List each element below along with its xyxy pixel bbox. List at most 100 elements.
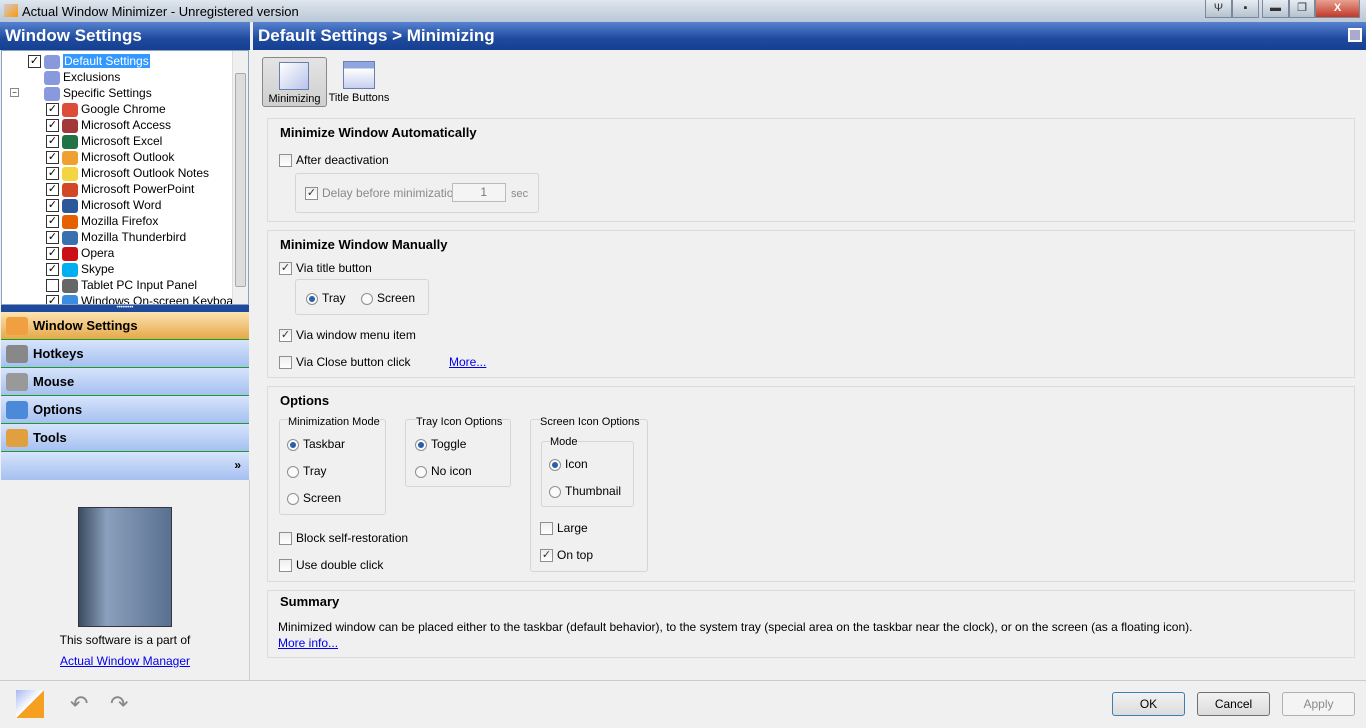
tree-item[interactable]: ✓ Default Settings — [28, 53, 150, 69]
delay-checkbox[interactable]: ✓ Delay before minimization — [305, 186, 460, 201]
screen-mode-radio[interactable]: Screen — [287, 491, 341, 505]
tray-button[interactable]: ▪ — [1232, 0, 1259, 18]
app-icon — [62, 182, 78, 197]
after-deactivation-checkbox[interactable]: After deactivation — [279, 153, 389, 168]
tree-item[interactable]: ✓ Skype — [46, 261, 114, 277]
nav-mouse[interactable]: Mouse — [1, 368, 249, 396]
nav-overflow-button[interactable]: » — [1, 452, 249, 480]
app-icon — [62, 150, 78, 165]
tree-item[interactable]: ✓ Microsoft Excel — [46, 133, 162, 149]
nav-icon — [6, 317, 28, 335]
tree-checkbox[interactable]: ✓ — [46, 151, 59, 165]
app-icon — [62, 278, 78, 293]
help-icon[interactable] — [16, 690, 44, 718]
screen-radio[interactable]: Screen — [361, 291, 415, 305]
tree-checkbox[interactable]: ✓ — [46, 167, 59, 181]
pin-button[interactable]: Ψ — [1205, 0, 1232, 18]
tree-item[interactable]: ✓ Microsoft PowerPoint — [46, 181, 194, 197]
icon-radio[interactable]: Icon — [549, 457, 588, 471]
toggle-radio[interactable]: Toggle — [415, 437, 466, 451]
tree-item-label: Microsoft Outlook — [81, 150, 175, 164]
tree-checkbox[interactable]: ✓ — [46, 119, 59, 133]
delay-stepper[interactable]: 1 — [452, 183, 506, 202]
tree-item[interactable]: Tablet PC Input Panel — [46, 277, 197, 293]
tray-radio[interactable]: Tray — [306, 291, 346, 305]
tree-item[interactable]: ✓ Microsoft Word — [46, 197, 161, 213]
use-double-click-checkbox[interactable]: Use double click — [279, 558, 383, 573]
tree-item[interactable]: ✓ Windows On-screen Keyboard — [46, 293, 244, 304]
tab-title-buttons[interactable]: Title Buttons — [328, 57, 390, 107]
nav-tools[interactable]: Tools — [1, 424, 249, 452]
tab-minimizing[interactable]: Minimizing — [262, 57, 327, 107]
on-top-checkbox[interactable]: ✓ On top — [540, 548, 593, 563]
apply-button[interactable]: Apply — [1282, 692, 1355, 716]
tree-checkbox[interactable]: ✓ — [46, 231, 59, 245]
tree-item[interactable]: ✓ Google Chrome — [46, 101, 166, 117]
tree-checkbox[interactable] — [46, 279, 59, 293]
large-checkbox[interactable]: Large — [540, 521, 588, 536]
tree-item-label: Mozilla Firefox — [81, 214, 159, 228]
nav-options[interactable]: Options — [1, 396, 249, 424]
restore-button[interactable]: ❐ — [1289, 0, 1315, 18]
group-summary: Summary Minimized window can be placed e… — [267, 590, 1355, 658]
settings-tree[interactable]: ✓ Default Settings Exclusions − Specific Set… — [1, 50, 249, 305]
detach-icon[interactable] — [1348, 28, 1362, 42]
block-self-restoration-checkbox[interactable]: Block self-restoration — [279, 531, 408, 546]
tree-item[interactable]: ✓ Microsoft Access — [46, 117, 171, 133]
redo-icon[interactable]: ↷ — [110, 693, 138, 715]
tree-checkbox[interactable]: ✓ — [46, 295, 59, 304]
tree-item-label: Microsoft Word — [81, 198, 162, 212]
left-panel-header: Window Settings — [0, 22, 250, 50]
tree-item[interactable]: − Specific Settings — [10, 85, 152, 101]
minimize-button[interactable]: ▬ — [1262, 0, 1289, 18]
tree-item[interactable]: Exclusions — [28, 69, 120, 85]
group-title: Minimize Window Automatically — [280, 125, 477, 140]
undo-icon[interactable]: ↶ — [70, 693, 98, 715]
cancel-button[interactable]: Cancel — [1197, 692, 1270, 716]
tree-checkbox[interactable]: ✓ — [46, 103, 59, 117]
more-link[interactable]: More... — [449, 355, 486, 369]
tree-checkbox[interactable]: ✓ — [28, 55, 41, 69]
more-info-link[interactable]: More info... — [278, 636, 338, 650]
close-button[interactable]: X — [1315, 0, 1360, 18]
tree-item[interactable]: ✓ Opera — [46, 245, 114, 261]
box-title: Minimization Mode — [288, 415, 380, 429]
tree-item-label: Exclusions — [63, 70, 121, 84]
taskbar-radio[interactable]: Taskbar — [287, 437, 345, 451]
tree-item-label: Mozilla Thunderbird — [81, 230, 187, 244]
tree-item[interactable]: ✓ Mozilla Firefox — [46, 213, 158, 229]
via-close-button-checkbox[interactable]: Via Close button click — [279, 355, 411, 370]
tray-mode-radio[interactable]: Tray — [287, 464, 327, 478]
nav-window-settings[interactable]: Window Settings — [1, 312, 249, 340]
tree-checkbox[interactable]: ✓ — [46, 247, 59, 261]
promo-link[interactable]: Actual Window Manager — [0, 654, 250, 668]
thumbnail-radio[interactable]: Thumbnail — [549, 484, 621, 498]
tree-item-label: Microsoft PowerPoint — [81, 182, 195, 196]
box-title: Mode — [550, 435, 578, 449]
app-icon — [62, 214, 78, 229]
tab-label: Minimizing — [268, 93, 321, 105]
tree-checkbox[interactable]: ✓ — [46, 183, 59, 197]
nav-hotkeys[interactable]: Hotkeys — [1, 340, 249, 368]
tree-item[interactable]: ✓ Microsoft Outlook — [46, 149, 174, 165]
scroll-thumb[interactable] — [235, 73, 246, 287]
tree-checkbox[interactable]: ✓ — [46, 263, 59, 277]
tree-item-label: Microsoft Access — [81, 118, 172, 132]
main-header: Default Settings > Minimizing — [253, 22, 1366, 50]
collapse-icon[interactable]: − — [10, 88, 19, 97]
main-title: Default Settings > Minimizing — [258, 26, 495, 45]
group-title: Summary — [280, 594, 340, 609]
tree-item-label: Google Chrome — [81, 102, 166, 116]
tree-checkbox[interactable]: ✓ — [46, 199, 59, 213]
ok-button[interactable]: OK — [1112, 692, 1185, 716]
minimizing-icon — [279, 62, 309, 90]
no-icon-radio[interactable]: No icon — [415, 464, 472, 478]
tree-checkbox[interactable]: ✓ — [46, 215, 59, 229]
splitter-handle[interactable]: •••••••• — [1, 305, 249, 312]
via-title-button-checkbox[interactable]: ✓ Via title button — [279, 261, 372, 276]
tree-checkbox[interactable]: ✓ — [46, 135, 59, 149]
tree-item[interactable]: ✓ Mozilla Thunderbird — [46, 229, 186, 245]
tree-scrollbar[interactable] — [232, 51, 248, 304]
via-menu-item-checkbox[interactable]: ✓ Via window menu item — [279, 328, 416, 343]
tree-item[interactable]: ✓ Microsoft Outlook Notes — [46, 165, 209, 181]
